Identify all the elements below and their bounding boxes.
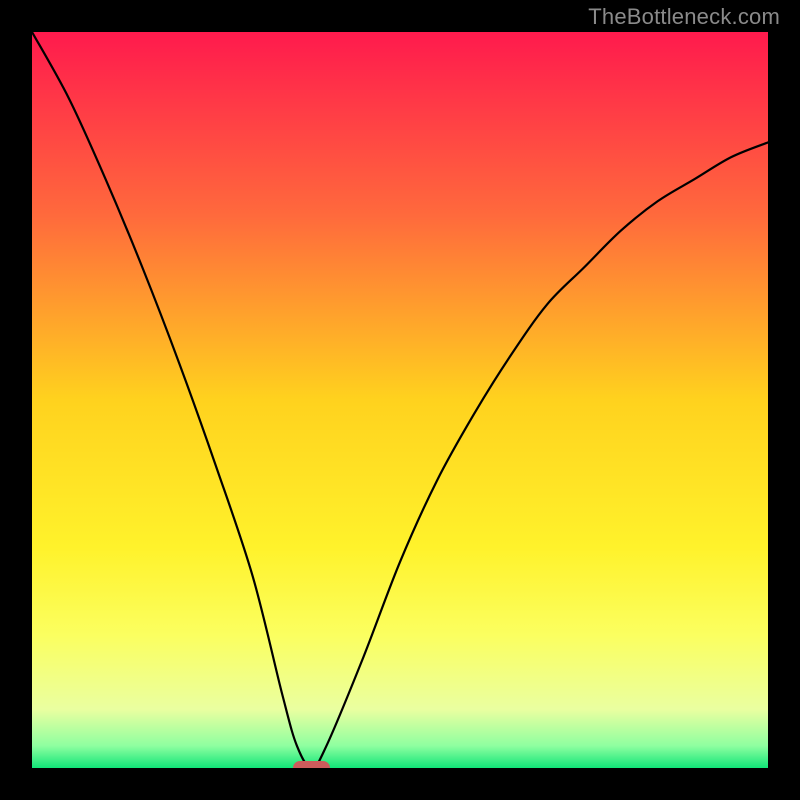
- optimal-marker: [293, 761, 330, 768]
- curve-path: [32, 32, 768, 768]
- bottleneck-curve: [32, 32, 768, 768]
- watermark-text: TheBottleneck.com: [588, 4, 780, 30]
- chart-frame: TheBottleneck.com: [0, 0, 800, 800]
- plot-area: [32, 32, 768, 768]
